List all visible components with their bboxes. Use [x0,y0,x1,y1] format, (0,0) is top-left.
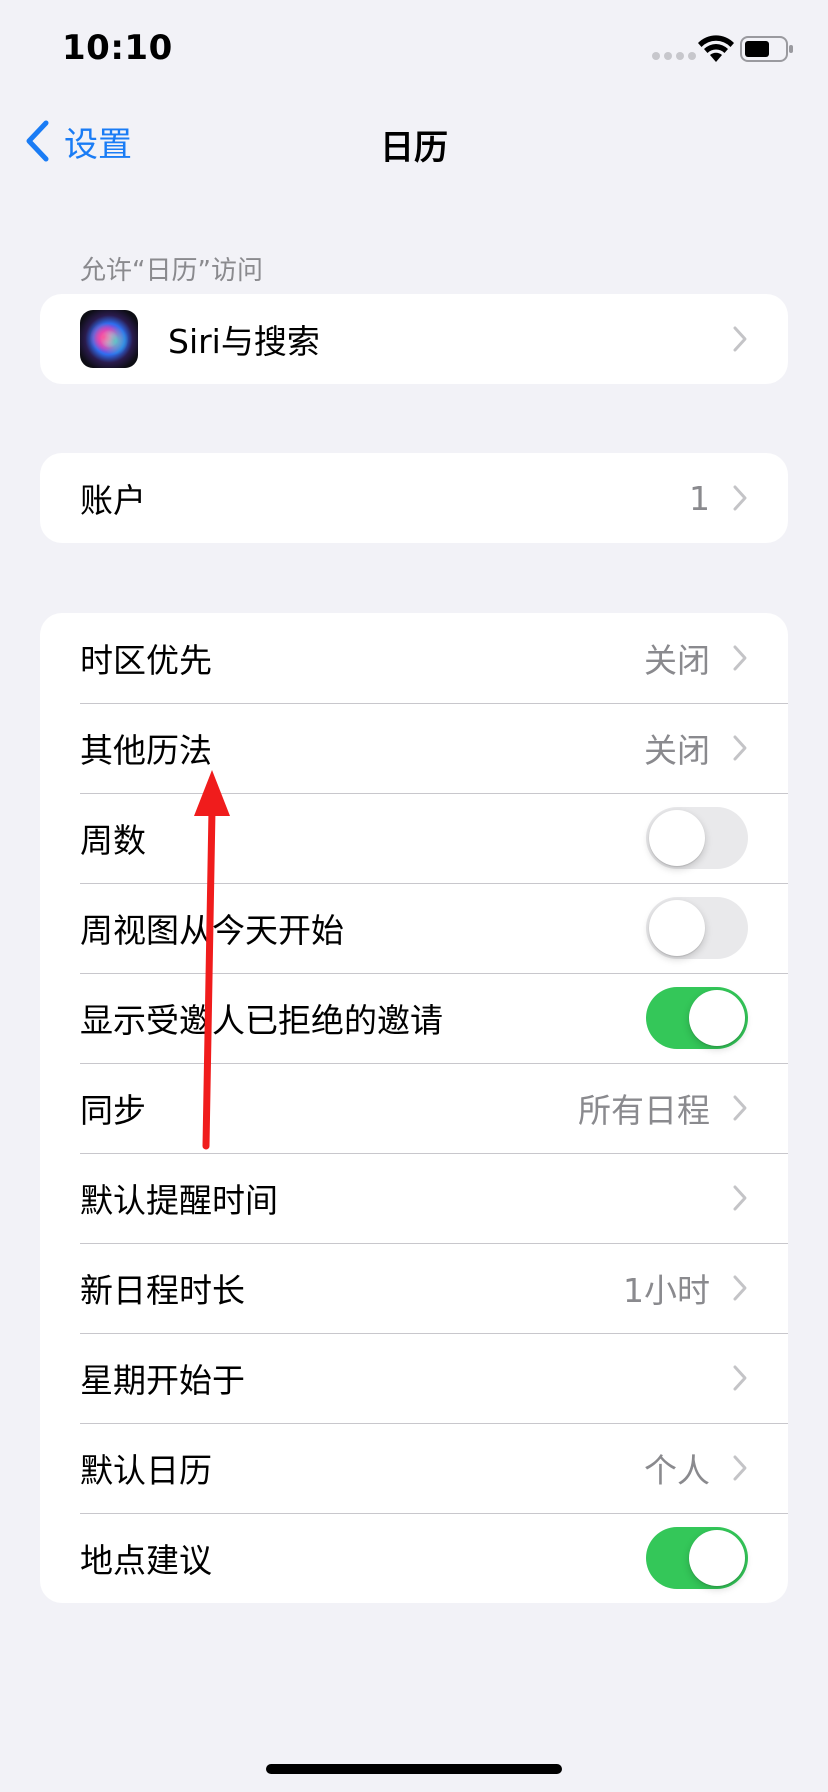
chevron-right-icon [733,645,747,671]
default-calendar-value: 个人 [644,1451,710,1490]
week-numbers-row: 周数 [40,793,788,883]
sync-value: 所有日程 [578,1091,710,1130]
accounts-count: 1 [689,478,710,518]
chevron-right-icon [733,1095,747,1121]
default-alert-times-row[interactable]: 默认提醒时间 [40,1153,788,1243]
time-zone-override-value: 关闭 [644,641,710,680]
siri-group: Siri与搜索 [40,294,788,384]
default-alert-times-label: 默认提醒时间 [80,1181,278,1220]
start-week-on-row[interactable]: 星期开始于 [40,1333,788,1423]
sync-label: 同步 [80,1091,146,1130]
location-suggestions-row: 地点建议 [40,1513,788,1603]
location-suggestions-label: 地点建议 [80,1541,212,1580]
chevron-right-icon [733,735,747,761]
chevron-right-icon [733,485,747,511]
cellular-signal-icon [652,52,696,60]
time-zone-override-label: 时区优先 [80,641,212,680]
chevron-right-icon [733,1455,747,1481]
accounts-row[interactable]: 账户 1 [40,453,788,543]
sync-row[interactable]: 同步 所有日程 [40,1063,788,1153]
wifi-icon [698,35,734,62]
chevron-right-icon [733,1275,747,1301]
navigation-bar: 设置 日历 [0,100,828,184]
start-week-on-label: 星期开始于 [80,1361,245,1400]
siri-search-row[interactable]: Siri与搜索 [40,294,788,384]
chevron-right-icon [733,1185,747,1211]
show-declined-row: 显示受邀人已拒绝的邀请 [40,973,788,1063]
annotation-arrow [194,770,230,1150]
location-suggestions-toggle[interactable] [646,1527,748,1589]
alternate-calendars-label: 其他历法 [80,731,212,770]
default-calendar-row[interactable]: 默认日历 个人 [40,1423,788,1513]
calendar-settings-group: 时区优先 关闭 其他历法 关闭 周数 周视图从今天开始 显示受邀人已拒绝的邀请 … [40,613,788,1603]
alternate-calendars-value: 关闭 [644,731,710,770]
show-declined-toggle[interactable] [646,987,748,1049]
status-time: 10:10 [62,28,173,68]
chevron-right-icon [733,1365,747,1391]
time-zone-override-row[interactable]: 时区优先 关闭 [40,613,788,703]
section-header-allow-access: 允许“日历”访问 [80,256,263,286]
chevron-right-icon [733,326,747,352]
siri-search-label: Siri与搜索 [168,322,320,361]
status-bar: 10:10 [0,0,828,100]
home-indicator [266,1764,562,1774]
page-title: 日历 [380,128,448,168]
new-event-duration-label: 新日程时长 [80,1271,245,1310]
week-view-starts-today-row: 周视图从今天开始 [40,883,788,973]
alternate-calendars-row[interactable]: 其他历法 关闭 [40,703,788,793]
battery-icon [740,36,793,62]
show-declined-label: 显示受邀人已拒绝的邀请 [80,1001,443,1040]
new-event-duration-row[interactable]: 新日程时长 1小时 [40,1243,788,1333]
accounts-label: 账户 [80,481,146,520]
siri-icon [80,310,138,368]
week-numbers-label: 周数 [80,821,146,860]
week-numbers-toggle[interactable] [646,807,748,869]
default-calendar-label: 默认日历 [80,1451,212,1490]
week-view-starts-today-toggle[interactable] [646,897,748,959]
new-event-duration-value: 1小时 [623,1271,710,1310]
accounts-group: 账户 1 [40,453,788,543]
